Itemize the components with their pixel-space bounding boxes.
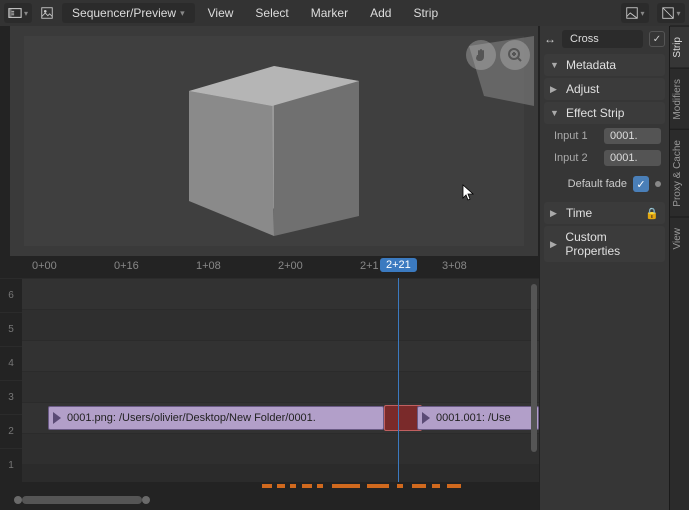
- image-display-icon: [625, 6, 639, 20]
- timeline-tracks[interactable]: 0001.png: /Users/olivier/Desktop/New Fol…: [22, 278, 539, 482]
- editor-type-button[interactable]: ▾: [4, 3, 32, 23]
- disclosure-right-icon: ▶: [550, 208, 560, 219]
- tab-proxy-cache[interactable]: Proxy & Cache: [670, 129, 689, 217]
- menu-bar: ▾ Sequencer/Preview ▾ View Select Marker…: [0, 0, 689, 26]
- tab-view[interactable]: View: [670, 217, 689, 260]
- chevron-down-icon: ▾: [180, 8, 185, 19]
- panel-label: Custom Properties: [565, 230, 659, 258]
- image-strip-1[interactable]: 0001.png: /Users/olivier/Desktop/New Fol…: [48, 406, 384, 430]
- cache-indicator: [22, 484, 539, 490]
- channel-number: 1: [0, 448, 22, 482]
- panel-label: Time: [566, 206, 592, 220]
- properties-panel: ↔ Cross ✓ ▼ Metadata ▶ Adjust ▼ Effect S…: [539, 26, 669, 510]
- image-strip-2[interactable]: 0001.001: /Use: [417, 406, 539, 430]
- panel-adjust[interactable]: ▶ Adjust: [544, 78, 665, 100]
- tab-modifiers[interactable]: Modifiers: [670, 68, 689, 130]
- image-icon: [40, 6, 54, 20]
- timeline-ruler[interactable]: 0+00 0+16 1+08 2+00 2+1 3+08 2+21: [0, 256, 539, 278]
- tab-strip[interactable]: Strip: [670, 26, 689, 68]
- disclosure-down-icon: ▼: [550, 108, 560, 118]
- menu-select[interactable]: Select: [246, 0, 297, 26]
- lock-icon[interactable]: 🔒: [645, 207, 659, 220]
- channel-gutter: 1 2 3 4 5 6: [0, 278, 22, 482]
- channel-number: 6: [0, 278, 22, 312]
- timeline-horizontal-scrollbar[interactable]: [22, 496, 142, 504]
- magnify-plus-icon: [507, 47, 523, 63]
- menu-strip[interactable]: Strip: [404, 0, 447, 26]
- overlay-icon: [661, 6, 675, 20]
- strip-label: 0001.001: /Use: [436, 412, 511, 424]
- menu-view[interactable]: View: [199, 0, 243, 26]
- panel-effect-strip[interactable]: ▼ Effect Strip: [544, 102, 665, 124]
- ruler-tick: 0+16: [114, 260, 139, 272]
- timeline-vertical-scrollbar[interactable]: [531, 284, 537, 452]
- pin-toggle[interactable]: ✓: [649, 31, 665, 47]
- strip-handle-left[interactable]: [422, 412, 430, 424]
- disclosure-right-icon: ▶: [550, 84, 560, 95]
- default-fade-checkbox[interactable]: ✓: [633, 176, 649, 192]
- disclosure-down-icon: ▼: [550, 60, 560, 70]
- timeline[interactable]: 1 2 3 4 5 6 0001.p: [0, 278, 539, 482]
- ruler-tick: 1+08: [196, 260, 221, 272]
- side-tab-rail: Strip Modifiers Proxy & Cache View: [669, 26, 689, 510]
- input2-label: Input 2: [554, 152, 598, 164]
- input1-field[interactable]: 0001.: [604, 128, 661, 144]
- hand-icon: [473, 47, 489, 63]
- strip-direction-icon: ↔: [544, 32, 556, 46]
- menu-add[interactable]: Add: [361, 0, 400, 26]
- input2-field[interactable]: 0001.: [604, 150, 661, 166]
- panel-metadata[interactable]: ▼ Metadata: [544, 54, 665, 76]
- playhead-line[interactable]: [398, 278, 399, 482]
- preview-viewport[interactable]: [0, 26, 539, 256]
- strip-type-field[interactable]: Cross: [562, 30, 643, 48]
- panel-custom-properties[interactable]: ▶ Custom Properties: [544, 226, 665, 262]
- menu-marker[interactable]: Marker: [302, 0, 357, 26]
- view-mode-select[interactable]: Sequencer/Preview ▾: [62, 3, 195, 23]
- channel-number: 5: [0, 312, 22, 346]
- panel-label: Effect Strip: [566, 106, 624, 120]
- strip-label: 0001.png: /Users/olivier/Desktop/New Fol…: [67, 412, 316, 424]
- disclosure-right-icon: ▶: [550, 239, 559, 250]
- pin-header-button[interactable]: [36, 3, 58, 23]
- ruler-tick: 2+1: [360, 260, 379, 272]
- ruler-tick: 0+00: [32, 260, 57, 272]
- overlays-button[interactable]: ▾: [657, 3, 685, 23]
- view-mode-label: Sequencer/Preview: [72, 6, 176, 20]
- channel-number: 4: [0, 346, 22, 380]
- panel-label: Adjust: [566, 82, 599, 96]
- preview-render: [10, 26, 538, 256]
- pan-view-button[interactable]: [466, 40, 496, 70]
- timeline-footer: [0, 482, 539, 510]
- panel-label: Metadata: [566, 58, 616, 72]
- default-fade-label: Default fade: [548, 178, 627, 190]
- sequencer-icon: [8, 6, 22, 20]
- channel-number: 2: [0, 414, 22, 448]
- ruler-tick: 2+00: [278, 260, 303, 272]
- input1-label: Input 1: [554, 130, 598, 142]
- panel-time[interactable]: ▶ Time 🔒: [544, 202, 665, 224]
- display-mode-button[interactable]: ▾: [621, 3, 649, 23]
- zoom-view-button[interactable]: [500, 40, 530, 70]
- keyframe-dot[interactable]: [655, 181, 661, 187]
- strip-handle-left[interactable]: [53, 412, 61, 424]
- ruler-tick: 3+08: [442, 260, 467, 272]
- playhead-flag[interactable]: 2+21: [380, 258, 417, 272]
- channel-number: 3: [0, 380, 22, 414]
